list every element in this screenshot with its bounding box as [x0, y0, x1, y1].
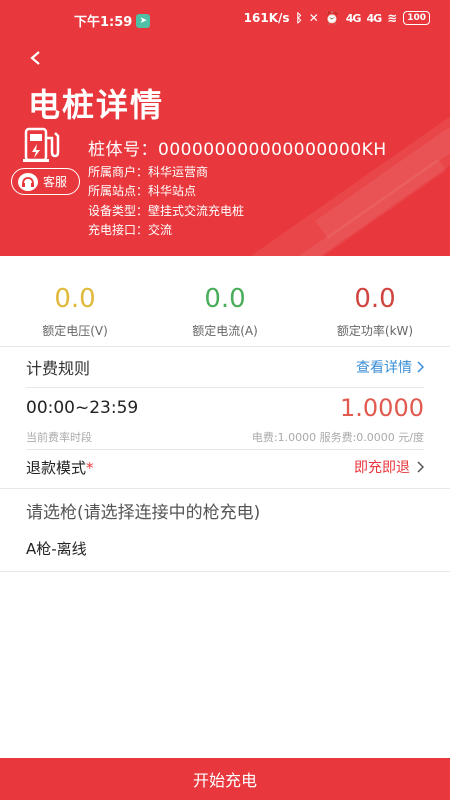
device-type-value: 壁挂式交流充电桩 — [148, 204, 245, 218]
merchant-label: 所属商户： — [88, 165, 149, 179]
station-label: 所属站点： — [88, 184, 149, 198]
mute-icon: ✕ — [308, 11, 319, 25]
status-time-group: 下午1:59 ➤ — [74, 11, 151, 30]
pile-number-label: 桩体号： — [88, 140, 158, 160]
back-button[interactable] — [24, 46, 48, 70]
gun-item-a[interactable]: A枪-离线 — [0, 525, 450, 571]
divider — [0, 571, 450, 572]
port-label: 充电接口： — [88, 223, 149, 237]
divider — [26, 387, 424, 388]
refund-label-text: 退款模式 — [26, 458, 87, 477]
rated-power-value: 0.0 — [354, 284, 396, 314]
customer-service-button[interactable]: 客服 — [11, 168, 80, 195]
divider — [26, 449, 424, 450]
decor-stripe — [315, 83, 450, 239]
rate-fee-detail: 电费:1.0000 服务费:0.0000 元/度 — [251, 431, 424, 444]
bluetooth-icon: ᛒ — [295, 11, 303, 25]
wifi-icon: ≋ — [387, 11, 398, 25]
gun-select-title: 请选枪(请选择连接中的枪充电) — [26, 503, 261, 523]
network-speed: 161K/s — [243, 11, 290, 25]
pile-number-value: 000000000000000000KH — [158, 140, 387, 160]
signal2-icon: 4G — [366, 11, 382, 25]
battery-icon: 100 — [403, 11, 430, 25]
status-right: 161K/s ᛒ ✕ ⏰ 4G 4G ≋ 100 — [244, 11, 430, 25]
start-charging-button[interactable]: 开始充电 — [0, 758, 450, 800]
refund-label: 退款模式* — [26, 457, 94, 478]
refund-value-text: 即充即退 — [354, 460, 410, 476]
station-info: 所属站点：科华站点 — [88, 182, 196, 199]
rate-price: 1.0000 — [340, 394, 424, 422]
charging-pile-icon — [22, 126, 62, 164]
headset-icon — [18, 172, 38, 191]
signal1-icon: 4G — [345, 11, 362, 25]
billing-detail-label: 查看详情 — [356, 360, 412, 376]
required-mark: * — [86, 458, 94, 477]
port-info: 充电接口：交流 — [88, 221, 172, 238]
rated-voltage-value: 0.0 — [54, 284, 96, 314]
billing-detail-link[interactable]: 查看详情 — [356, 357, 424, 377]
rate-period-label: 当前费率时段 — [26, 431, 92, 444]
station-value: 科华站点 — [148, 184, 197, 198]
rated-voltage-label: 额定电压(V) — [42, 324, 108, 338]
device-type-info: 设备类型：壁挂式交流充电桩 — [88, 202, 244, 219]
rated-power-label: 额定功率(kW) — [336, 324, 414, 338]
refund-value[interactable]: 即充即退 — [354, 457, 424, 477]
status-time: 下午1:59 — [74, 15, 133, 30]
rate-time-range: 00:00~23:59 — [26, 398, 139, 418]
billing-title: 计费规则 — [26, 359, 91, 378]
divider — [0, 346, 450, 347]
rated-current-value: 0.0 — [204, 284, 246, 314]
port-value: 交流 — [148, 223, 173, 237]
rated-current: 0.0 额定电流(A) — [155, 284, 295, 339]
chevron-right-icon — [417, 361, 424, 373]
status-bar: 下午1:59 ➤ 161K/s ᛒ ✕ ⏰ 4G 4G ≋ 100 — [0, 8, 450, 32]
chevron-right-icon — [417, 461, 424, 473]
pile-number: 桩体号：000000000000000000KH — [88, 135, 387, 160]
alarm-icon: ⏰ — [324, 11, 340, 25]
device-type-label: 设备类型： — [88, 204, 149, 218]
merchant-info: 所属商户：科华运营商 — [88, 163, 208, 180]
billing-header: 计费规则 查看详情 — [26, 356, 424, 378]
divider — [0, 488, 450, 489]
rated-voltage: 0.0 额定电压(V) — [5, 284, 145, 339]
rated-power: 0.0 额定功率(kW) — [305, 284, 445, 339]
rated-current-label: 额定电流(A) — [192, 324, 258, 338]
page-title: 电桩详情 — [28, 86, 165, 124]
navigation-icon: ➤ — [136, 13, 151, 28]
billing-sub-row: 当前费率时段 电费:1.0000 服务费:0.0000 元/度 — [26, 430, 424, 444]
merchant-value: 科华运营商 — [148, 165, 209, 179]
rated-stats: 0.0 额定电压(V) 0.0 额定电流(A) 0.0 额定功率(kW) — [0, 256, 450, 346]
customer-service-label: 客服 — [43, 175, 68, 189]
refund-row[interactable]: 退款模式* 即充即退 — [26, 456, 424, 478]
billing-rate-row: 00:00~23:59 1.0000 — [26, 394, 424, 422]
header: 下午1:59 ➤ 161K/s ᛒ ✕ ⏰ 4G 4G ≋ 100 电桩详情 客… — [0, 0, 450, 256]
chevron-left-icon — [30, 51, 40, 65]
